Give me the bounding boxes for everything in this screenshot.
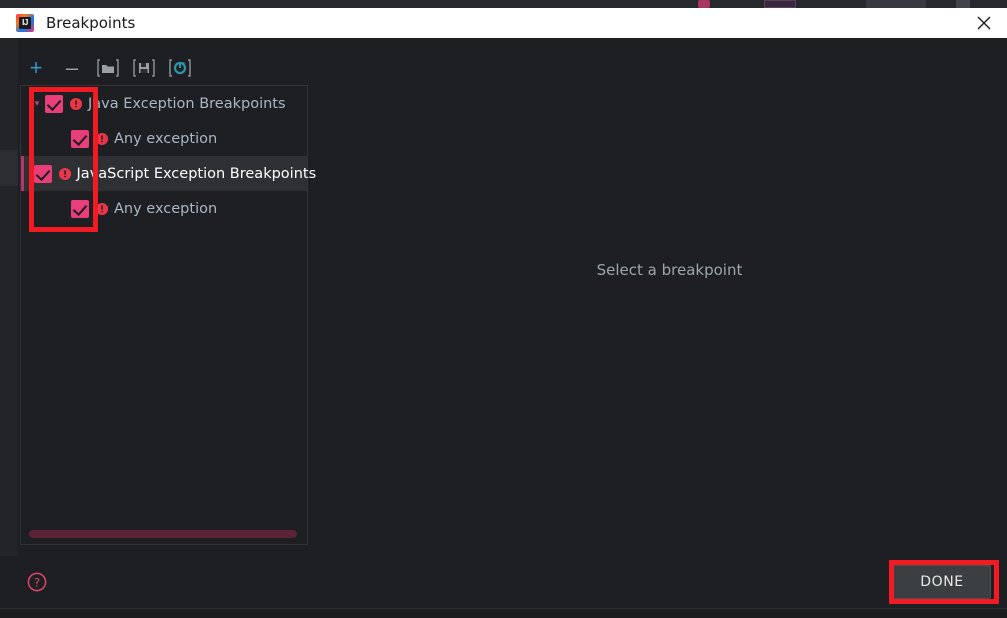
tree-indent-spacer: ▾ [29, 133, 45, 144]
group-by-file-button[interactable] [94, 54, 122, 82]
circle-brackets-icon [169, 59, 191, 77]
exception-breakpoint-icon [96, 202, 108, 215]
background-ghost-element [764, 0, 796, 8]
restore-breakpoints-button[interactable] [166, 54, 194, 82]
exception-breakpoint-icon [70, 97, 82, 110]
breakpoint-detail-pane: Select a breakpoint [320, 85, 989, 545]
exception-breakpoint-icon [95, 202, 109, 216]
help-button[interactable]: ? [24, 569, 50, 595]
tree-row-label: Any exception [114, 130, 218, 147]
tree-indent-spacer: ▾ [29, 203, 45, 214]
tree-row-label: Java Exception Breakpoints [88, 95, 286, 112]
tree-row-label: Any exception [114, 200, 218, 217]
empty-state-message: Select a breakpoint [596, 261, 743, 279]
breakpoints-dialog: IJ Breakpoints + – ▾ Java Exception Brea… [0, 0, 1007, 618]
dialog-body: + – ▾ Java Exception Breakpoints Any exc… [0, 38, 1007, 556]
logo-text: IJ [19, 17, 31, 29]
exception-breakpoint-icon [95, 132, 109, 146]
breakpoints-tree-panel: ▾ Java Exception Breakpoints ▾ Any exceptio… [20, 85, 316, 545]
breakpoint-enabled-checkbox[interactable] [71, 129, 89, 148]
close-button[interactable] [961, 8, 1007, 38]
title-bar: IJ Breakpoints [0, 8, 1007, 38]
tree-row[interactable]: ▾ Any exception [21, 121, 307, 156]
tree-row[interactable]: ▾ Java Exception Breakpoints [21, 86, 307, 121]
breakpoints-tree: ▾ Java Exception Breakpoints ▾ Any exceptio… [21, 86, 316, 226]
minus-icon: – [65, 55, 79, 80]
done-button[interactable]: DONE [893, 565, 991, 599]
remove-breakpoint-button[interactable]: – [58, 54, 86, 82]
background-ghost-element [698, 0, 710, 8]
help-question-icon: ? [27, 572, 47, 592]
background-ghost-element [956, 0, 970, 8]
close-icon [977, 16, 991, 30]
exception-breakpoint-icon [96, 132, 108, 145]
folder-brackets-icon [97, 59, 119, 77]
window-bottom-strip [0, 609, 1007, 618]
chevron-down-icon[interactable]: ▾ [29, 168, 34, 179]
plus-icon: + [29, 55, 43, 80]
disk-brackets-icon [133, 59, 155, 77]
breakpoint-enabled-checkbox[interactable] [33, 164, 52, 183]
background-strip [0, 0, 1007, 8]
left-gutter [0, 38, 18, 556]
breakpoint-enabled-checkbox[interactable] [71, 199, 89, 218]
left-gutter-highlight [0, 150, 18, 186]
background-ghost-element [866, 0, 926, 8]
exception-breakpoint-icon [58, 167, 71, 180]
exception-breakpoint-icon [69, 97, 83, 111]
tree-row-label: JavaScript Exception Breakpoints [76, 165, 317, 182]
tree-row[interactable]: ▾ Any exception [21, 191, 307, 226]
window-title: Breakpoints [46, 14, 136, 32]
tree-row[interactable]: ▾ JavaScript Exception Breakpoints [21, 156, 316, 191]
save-breakpoints-button[interactable] [130, 54, 158, 82]
breakpoint-enabled-checkbox[interactable] [45, 94, 63, 113]
add-breakpoint-button[interactable]: + [22, 54, 50, 82]
horizontal-scrollbar[interactable] [29, 530, 297, 538]
dialog-footer: ? DONE [0, 556, 1007, 608]
intellij-idea-logo-icon: IJ [16, 14, 34, 32]
exception-breakpoint-icon [58, 167, 72, 181]
breakpoints-toolbar: + – [22, 54, 194, 82]
chevron-down-icon[interactable]: ▾ [29, 98, 45, 109]
svg-text:?: ? [34, 575, 40, 589]
